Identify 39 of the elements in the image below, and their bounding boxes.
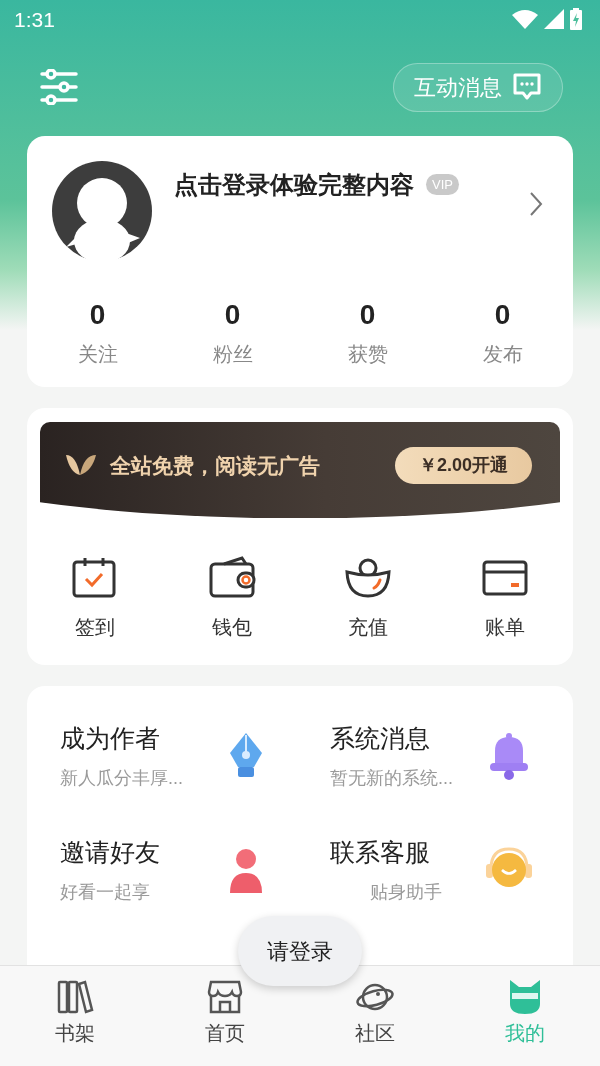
feature-subtitle: 新人瓜分丰厚...	[60, 767, 183, 791]
feature-title: 成为作者	[60, 722, 161, 754]
chat-icon	[512, 73, 542, 102]
feature-title: 邀请好友	[60, 836, 160, 868]
stat-value: 0	[89, 300, 106, 329]
stat-label[interactable]: 关注	[77, 338, 118, 369]
feature-subtitle: 贴身助手	[369, 881, 442, 905]
stat-value: 0	[359, 300, 376, 329]
vip-banner[interactable]: 全站免费，阅读无广告 ￥2.00开通	[40, 422, 560, 519]
login-prompt[interactable]: 点击登录体验完整内容	[174, 166, 414, 203]
stat-label[interactable]: 获赞	[347, 338, 388, 369]
storefront-icon	[206, 978, 244, 1016]
feature-subtitle: 暂无新的系统...	[330, 767, 453, 791]
activate-vip-button[interactable]: ￥2.00开通	[394, 446, 532, 484]
battery-icon	[570, 8, 582, 31]
settings-icon[interactable]	[40, 69, 78, 106]
stat-label[interactable]: 发布	[482, 338, 523, 369]
ingot-icon	[344, 556, 393, 599]
bookshelf-icon	[56, 978, 94, 1016]
feature-subtitle: 好看一起享	[60, 881, 151, 905]
wallet-shortcut[interactable]: 充值	[300, 556, 437, 643]
leaf-logo-icon	[66, 453, 96, 478]
feature-title: 系统消息	[330, 722, 431, 754]
vip-promo-text: 全站免费，阅读无广告	[110, 452, 320, 479]
feature-item[interactable]: 系统消息 暂无新的系统...	[300, 714, 573, 829]
wallet-icon	[207, 556, 256, 599]
status-time: 1:31	[14, 6, 55, 33]
chevron-right-icon[interactable]	[529, 190, 543, 217]
wallet-shortcut[interactable]: 签到	[27, 556, 164, 643]
stat-value: 0	[224, 300, 241, 329]
wifi-icon	[512, 9, 538, 30]
feature-item[interactable]: 成为作者 新人瓜分丰厚...	[27, 714, 300, 829]
wallet-shortcut[interactable]: 账单	[436, 556, 573, 643]
wallet-shortcut[interactable]: 钱包	[163, 556, 300, 643]
nav-tab[interactable]: 书架	[0, 966, 150, 1066]
stat-label[interactable]: 粉丝	[212, 338, 253, 369]
stat-value: 0	[494, 300, 511, 329]
signal-icon	[544, 9, 564, 30]
feature-title: 联系客服	[330, 836, 431, 868]
